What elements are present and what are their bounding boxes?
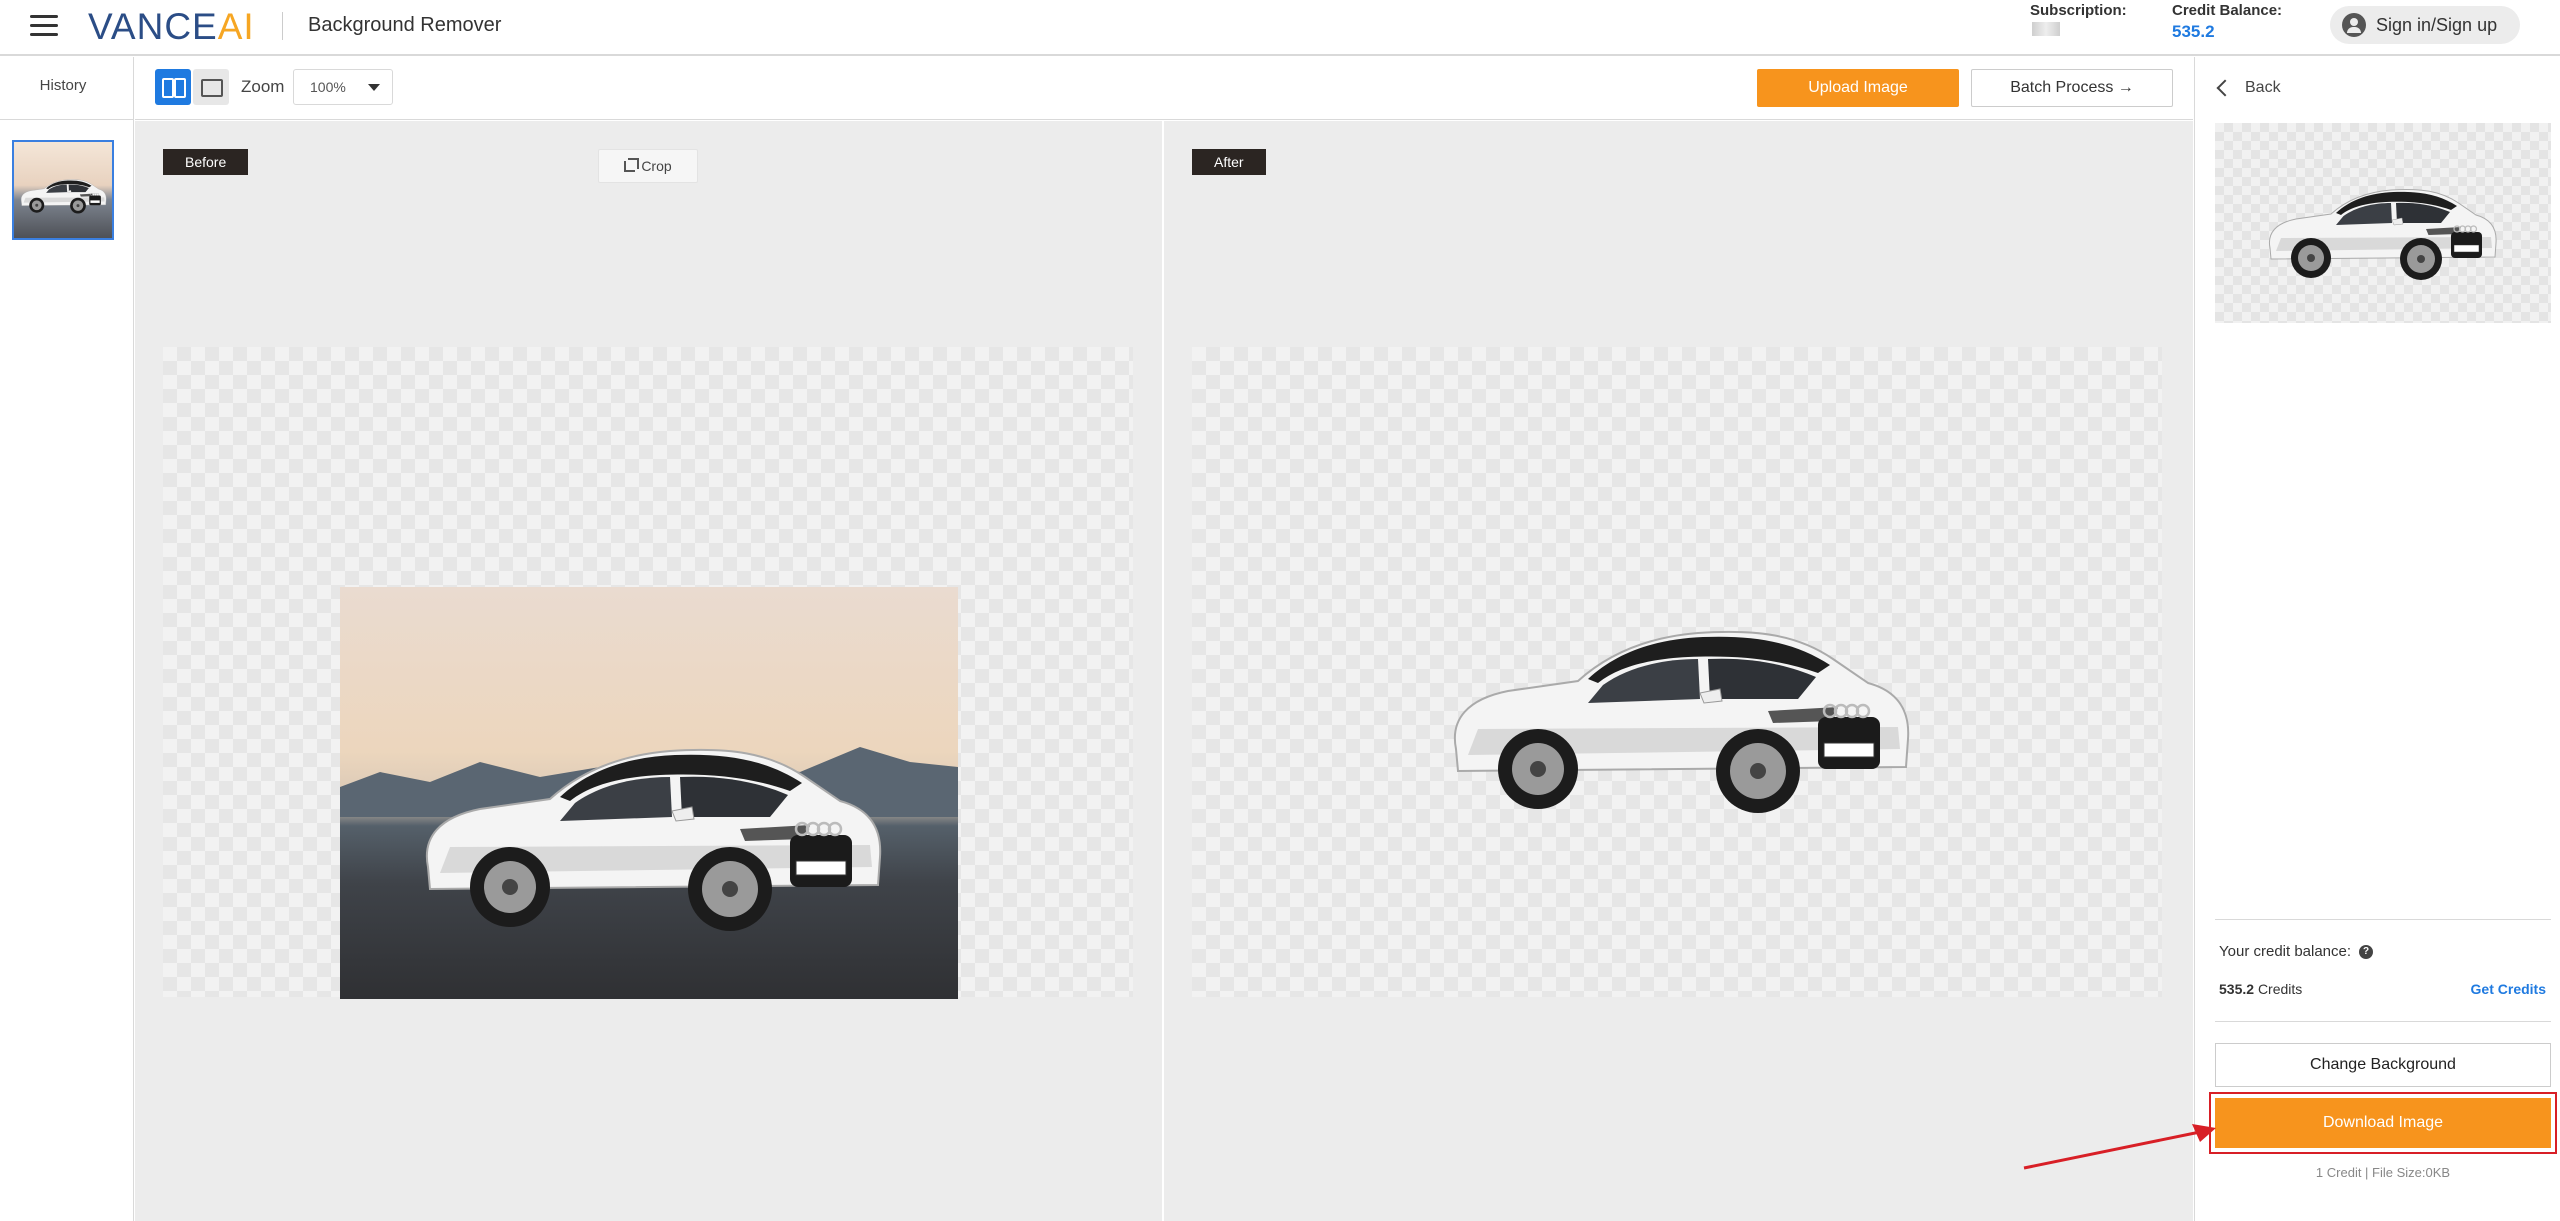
zoom-label: Zoom <box>241 77 285 96</box>
credit-balance-title-text: Your credit balance: <box>2219 943 2352 960</box>
credit-amount: 535.2 <box>2219 981 2255 997</box>
original-image <box>340 587 958 999</box>
before-tag: Before <box>163 149 249 175</box>
download-image-button[interactable]: Download Image <box>2215 1098 2551 1148</box>
single-view-icon[interactable] <box>193 69 229 105</box>
zoom-value: 100% <box>310 79 346 95</box>
after-panel: After <box>1164 121 2193 1221</box>
thumbnail-car <box>20 179 107 214</box>
back-label: Back <box>2245 79 2281 96</box>
change-background-button[interactable]: Change Background <box>2215 1043 2551 1087</box>
top-header: VANCEAI Background Remover Subscription:… <box>0 0 2560 56</box>
result-preview <box>2215 123 2551 323</box>
history-divider <box>0 119 134 120</box>
crop-label: Crop <box>641 158 672 174</box>
credit-balance-title: Your credit balance: ? <box>2219 943 2374 960</box>
chevron-down-icon <box>368 84 380 91</box>
credit-unit: Credits <box>2257 981 2303 997</box>
credit-balance-label: Credit Balance: <box>2172 2 2283 19</box>
chevron-left-icon <box>2216 79 2234 97</box>
logo-accent-text: AI <box>217 6 255 47</box>
credit-amount-line: 535.2 Credits <box>2219 981 2302 997</box>
history-sidebar: History <box>0 57 134 1221</box>
subscription-value-blurred <box>2032 22 2060 36</box>
menu-icon[interactable] <box>30 13 60 39</box>
logo-divider <box>282 12 283 40</box>
split-view-icon[interactable] <box>155 69 191 105</box>
logo[interactable]: VANCEAI <box>88 6 255 48</box>
credit-balance-value: 535.2 <box>2172 22 2215 41</box>
before-panel: Before Crop <box>135 121 1162 1221</box>
help-icon[interactable]: ? <box>2359 944 2374 959</box>
annotation-arrow-icon <box>2023 1124 2216 1170</box>
get-credits-link[interactable]: Get Credits <box>2471 981 2546 997</box>
user-icon <box>2342 13 2366 37</box>
crop-button[interactable]: Crop <box>598 149 698 183</box>
subscription-label: Subscription: <box>2030 2 2127 19</box>
history-thumbnail[interactable] <box>12 140 114 240</box>
file-info: 1 Credit | File Size:0KB <box>2315 1165 2451 1180</box>
upload-image-button[interactable]: Upload Image <box>1757 69 1959 107</box>
car-cutout-image <box>1453 630 1910 815</box>
page-title: Background Remover <box>308 14 502 36</box>
signin-button[interactable]: Sign in/Sign up <box>2330 6 2520 44</box>
history-label[interactable]: History <box>0 77 126 94</box>
crop-icon <box>624 157 640 172</box>
sidebar-divider <box>2215 919 2551 920</box>
zoom-select[interactable]: 100% <box>293 69 393 105</box>
back-button[interactable]: Back <box>2215 75 2281 101</box>
after-tag: After <box>1192 149 1266 175</box>
batch-process-button[interactable]: Batch Process → <box>1971 69 2173 107</box>
result-sidebar: Back Your credit balance: ? 535.2 Credit… <box>2194 57 2560 1221</box>
car-image <box>425 748 882 933</box>
signin-label: Sign in/Sign up <box>2376 14 2498 35</box>
preview-car <box>2268 188 2497 281</box>
logo-text: VANCE <box>88 6 218 47</box>
sidebar-divider <box>2215 1021 2551 1022</box>
toolbar: Zoom 100% Upload Image Batch Process → <box>135 57 2193 120</box>
